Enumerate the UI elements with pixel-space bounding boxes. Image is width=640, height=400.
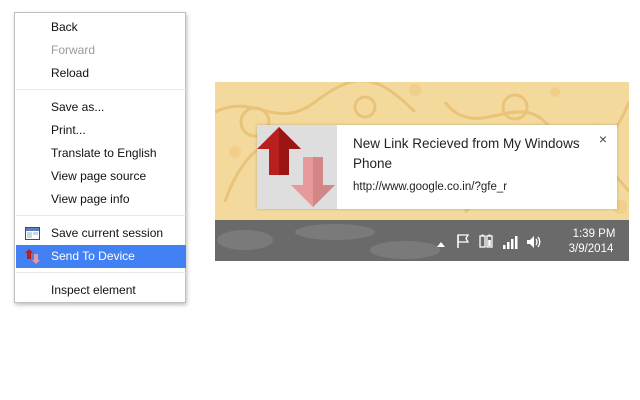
close-icon[interactable]: × (596, 132, 610, 146)
menu-item-label: Inspect element (51, 283, 136, 297)
menu-item-label: View page info (51, 192, 130, 206)
session-window-icon (25, 227, 40, 240)
menu-item-inspect[interactable]: Inspect element (16, 279, 186, 302)
menu-item-print[interactable]: Print... (16, 119, 186, 142)
notification-icon-area (257, 125, 337, 209)
menu-item-label: Forward (51, 43, 96, 57)
menu-item-back[interactable]: Back (16, 16, 186, 39)
signal-icon[interactable] (502, 234, 518, 250)
menu-separator (16, 215, 186, 216)
notification-title: New Link Recieved from My Windows Phone (353, 136, 580, 171)
menu-item-label: Send To Device (51, 249, 135, 263)
menu-item-label: Print... (51, 123, 86, 137)
menu-item-reload[interactable]: Reload (16, 62, 186, 85)
menu-item-label: Save current session (51, 226, 164, 240)
menu-item-send-to-device[interactable]: Send To Device (16, 245, 186, 268)
menu-item-save-as[interactable]: Save as... (16, 96, 186, 119)
context-menu: Back Forward Reload Save as... Print... … (14, 12, 186, 303)
menu-separator (16, 89, 186, 90)
send-to-device-icon (25, 249, 40, 264)
menu-item-label: Translate to English (51, 146, 157, 160)
clock-time[interactable]: 1:39 PM (569, 228, 619, 240)
notification-toast[interactable]: New Link Recieved from My Windows Phone … (257, 125, 617, 209)
notification-url[interactable]: http://www.google.co.in/?gfe_r (353, 181, 507, 193)
battery-icon[interactable] (478, 233, 494, 249)
menu-item-translate[interactable]: Translate to English (16, 142, 186, 165)
clock-date[interactable]: 3/9/2014 (560, 243, 622, 255)
menu-item-label: Back (51, 20, 78, 34)
menu-item-view-source[interactable]: View page source (16, 165, 186, 188)
menu-item-label: Save as... (51, 100, 105, 114)
volume-icon[interactable] (526, 234, 542, 250)
desktop-screenshot: 1:39 PM 3/9/2014 New Link Recieved from … (215, 82, 629, 261)
chevron-up-icon[interactable] (433, 236, 449, 252)
menu-item-label[interactable]: Reload (51, 66, 89, 80)
menu-separator (16, 272, 186, 273)
menu-item-forward: Forward (16, 39, 186, 62)
up-down-arrows-icon (257, 125, 337, 209)
menu-item-label: View page source (51, 169, 147, 183)
menu-item-view-page-info[interactable]: View page info (16, 188, 186, 211)
flag-icon[interactable] (455, 233, 471, 249)
menu-item-save-session[interactable]: Save current session (16, 222, 186, 245)
